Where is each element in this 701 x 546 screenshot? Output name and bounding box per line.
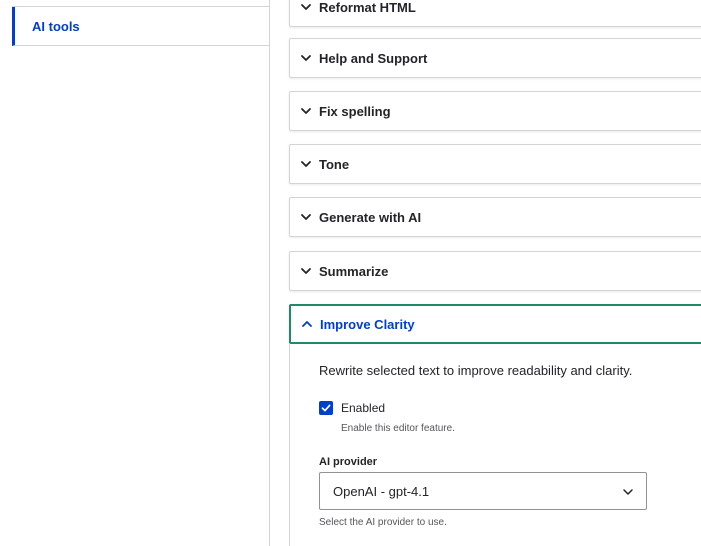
chevron-up-icon (301, 318, 313, 330)
ai-provider-help-text: Select the AI provider to use. (319, 517, 447, 528)
details-tone: Tone (289, 144, 701, 184)
checkmark-icon (321, 404, 331, 412)
chevron-down-icon (300, 52, 312, 64)
summary-label: Reformat HTML (319, 0, 416, 15)
summary-label: Generate with AI (319, 209, 422, 225)
summary-label: Summarize (319, 263, 389, 279)
details-reformat-html: Reformat HTML (289, 0, 701, 27)
improve-clarity-panel: Rewrite selected text to improve readabi… (289, 344, 701, 546)
details-help-and-support: Help and Support (289, 38, 701, 78)
tab-ai-tools[interactable]: AI tools (12, 7, 269, 46)
details-improve-clarity: Improve Clarity (289, 304, 701, 344)
enabled-help-text: Enable this editor feature. (341, 423, 455, 434)
summary-help-and-support[interactable]: Help and Support (290, 39, 701, 77)
details-generate-with-ai: Generate with AI (289, 197, 701, 237)
chevron-down-icon (300, 158, 312, 170)
chevron-down-icon (300, 105, 312, 117)
ai-provider-value: OpenAI - gpt-4.1 (333, 483, 430, 499)
summary-label: Tone (319, 156, 350, 172)
summary-label: Improve Clarity (320, 316, 415, 332)
ai-provider-select[interactable]: OpenAI - gpt-4.1 (319, 472, 647, 510)
summary-summarize[interactable]: Summarize (290, 252, 701, 290)
summary-fix-spelling[interactable]: Fix spelling (290, 92, 701, 130)
summary-generate-with-ai[interactable]: Generate with AI (290, 198, 701, 236)
feature-description: Rewrite selected text to improve readabi… (319, 363, 633, 378)
chevron-down-icon (622, 486, 634, 498)
ai-provider-label: AI provider (319, 456, 378, 468)
chevron-down-icon (300, 1, 312, 13)
enabled-checkbox[interactable] (319, 401, 333, 415)
sidebar-divider (12, 0, 269, 7)
summary-label: Fix spelling (319, 103, 391, 119)
chevron-down-icon (300, 211, 312, 223)
summary-tone[interactable]: Tone (290, 145, 701, 183)
details-fix-spelling: Fix spelling (289, 91, 701, 131)
summary-reformat-html[interactable]: Reformat HTML (290, 0, 701, 26)
page: AI tools Reformat HTML Help and Support (0, 0, 701, 546)
chevron-down-icon (300, 265, 312, 277)
summary-improve-clarity[interactable]: Improve Clarity (291, 306, 701, 342)
tab-ai-tools-label: AI tools (32, 18, 80, 34)
enabled-checkbox-row: Enabled (319, 401, 385, 415)
summary-label: Help and Support (319, 50, 428, 66)
vertical-tabs: AI tools (12, 0, 270, 546)
details-summarize: Summarize (289, 251, 701, 291)
enabled-label[interactable]: Enabled (341, 401, 385, 415)
